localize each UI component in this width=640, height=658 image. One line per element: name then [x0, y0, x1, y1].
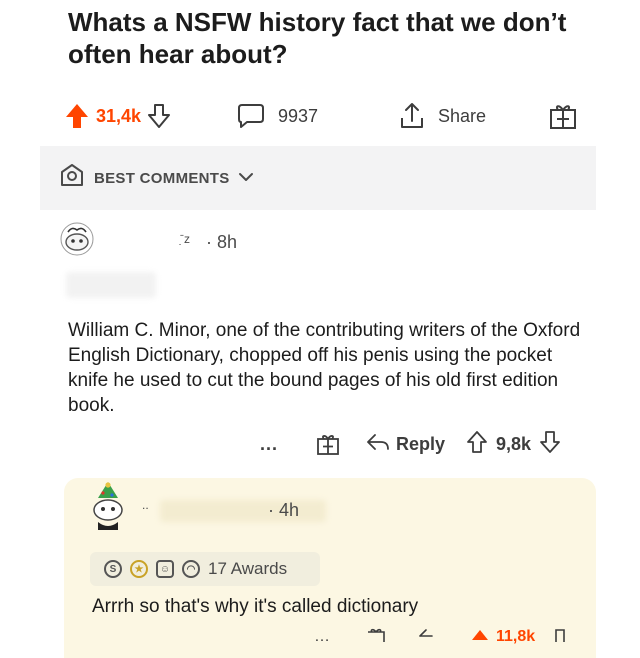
reply-arrow-icon	[366, 432, 390, 457]
comment-body: William C. Minor, one of the contributin…	[68, 320, 581, 416]
reply-score: 11,8k	[496, 628, 536, 645]
gift-icon[interactable]	[316, 430, 340, 458]
more-dots-icon[interactable]: ...	[260, 430, 278, 458]
comment-action-bar: ... Reply 9,8k	[250, 430, 590, 458]
username[interactable]: ˉ̣ᴢ	[180, 232, 190, 246]
reply-comment-card: .. · 4h S ★ ☺ ◠ 17 Awards Arrrh so that'…	[64, 478, 596, 658]
redacted-area	[160, 500, 326, 522]
comment-vote-control: 9,8k	[466, 430, 561, 458]
upvote-arrow-icon[interactable]	[470, 628, 490, 647]
reply-label: Reply	[396, 433, 446, 454]
gift-icon[interactable]	[366, 628, 386, 647]
comment-count: 9937	[278, 105, 319, 126]
reply-timestamp: · 4h	[268, 500, 300, 520]
silver-award-icon: S	[104, 560, 122, 578]
laughing-award-icon: ◠	[182, 560, 200, 578]
sort-label: BEST COMMENTS	[94, 169, 230, 187]
comment-bubble-icon	[236, 102, 266, 130]
sort-bar: BEST COMMENTS	[40, 146, 596, 210]
vote-control: 31,4k	[64, 96, 171, 136]
wholesome-award-icon: ☺	[156, 560, 174, 578]
gift-icon	[548, 101, 578, 131]
more-dots-icon[interactable]: …	[314, 628, 330, 646]
awards-count: 17 Awards	[208, 559, 288, 578]
awards-bar[interactable]: S ★ ☺ ◠ 17 Awards	[90, 552, 320, 586]
sort-dropdown[interactable]: BEST COMMENTS	[60, 162, 264, 194]
post-title: Whats a NSFW history fact that we don’t …	[68, 7, 567, 69]
avatar[interactable]	[88, 480, 128, 532]
reply-body: Arrrh so that's why it's called dictiona…	[92, 596, 419, 617]
avatar[interactable]	[60, 222, 94, 256]
badge-icon	[60, 163, 94, 193]
downvote-arrow-icon[interactable]	[147, 103, 171, 129]
username[interactable]: ..	[142, 498, 149, 512]
post-action-bar: 31,4k 9937 Share	[64, 96, 584, 136]
reply-button[interactable]: Reply	[366, 430, 445, 458]
redacted-area	[66, 272, 156, 298]
share-icon	[398, 101, 426, 131]
upvote-arrow-icon[interactable]	[64, 102, 90, 130]
gold-award-icon: ★	[130, 560, 148, 578]
comments-button[interactable]: 9937	[236, 96, 318, 136]
downvote-arrow-icon[interactable]	[539, 430, 561, 459]
upvote-count: 31,4k	[96, 105, 142, 126]
reply-action-bar-partial: … 11,8k	[314, 628, 614, 647]
share-label: Share	[438, 105, 487, 126]
share-button[interactable]: Share	[398, 96, 486, 136]
reply-arrow-icon[interactable]	[418, 628, 438, 647]
chevron-down-icon	[238, 170, 264, 187]
comment-timestamp: · 8h	[206, 232, 238, 252]
upvote-arrow-icon[interactable]	[466, 430, 488, 459]
comment-score: 9,8k	[496, 433, 532, 454]
downvote-arrow-icon[interactable]	[550, 628, 570, 647]
award-button[interactable]	[548, 96, 578, 136]
